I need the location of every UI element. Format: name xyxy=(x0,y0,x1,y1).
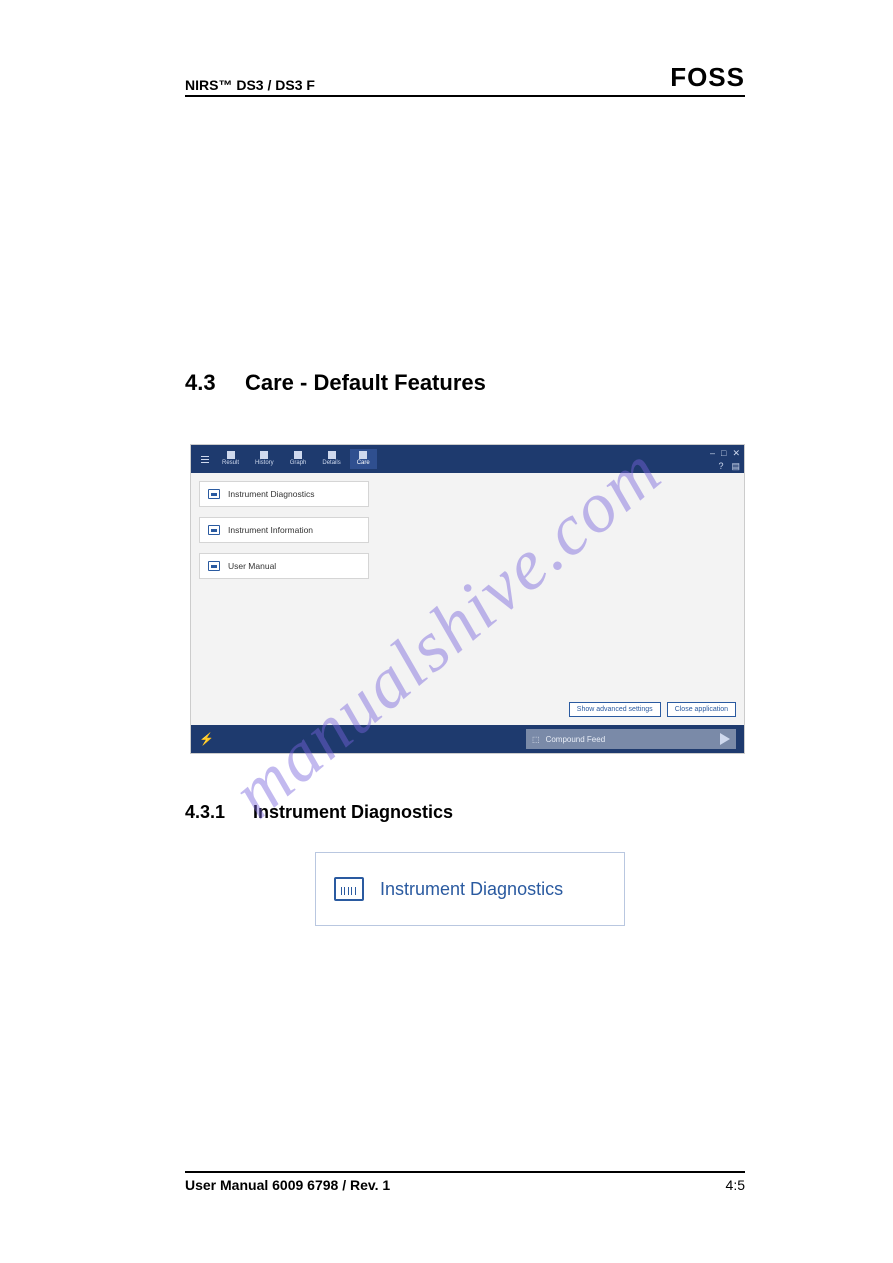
tab-history[interactable]: History xyxy=(248,449,281,469)
play-icon[interactable] xyxy=(720,733,730,745)
page-header: NIRS™ DS3 / DS3 F FOSS xyxy=(185,62,745,97)
page-footer: User Manual 6009 6798 / Rev. 1 4:5 xyxy=(185,1171,745,1193)
window-minimize-icon[interactable]: – xyxy=(710,448,715,459)
app-statusbar: ⚡ ⬚ Compound Feed xyxy=(191,725,744,753)
details-icon xyxy=(328,451,336,459)
tab-label: Details xyxy=(322,460,340,467)
window-maximize-icon[interactable]: □ xyxy=(721,448,726,459)
graph-icon xyxy=(294,451,302,459)
list-item-information[interactable]: Instrument Information xyxy=(199,517,369,543)
diagnostics-icon xyxy=(334,877,364,901)
information-icon xyxy=(208,525,220,535)
section-title: Care - Default Features xyxy=(245,370,486,395)
history-icon xyxy=(260,451,268,459)
footer-doc-ref: User Manual 6009 6798 / Rev. 1 xyxy=(185,1177,390,1193)
list-item-label: Instrument Diagnostics xyxy=(228,489,314,499)
diagnostics-icon xyxy=(208,489,220,499)
help-icon[interactable]: ? xyxy=(718,461,723,472)
app-toolbar: Result History Graph Details Care – □ ✕ … xyxy=(191,445,744,473)
manual-icon xyxy=(208,561,220,571)
instrument-diagnostics-button[interactable]: Instrument Diagnostics xyxy=(315,852,625,926)
window-close-icon[interactable]: ✕ xyxy=(732,448,740,459)
app-body: Instrument Diagnostics Instrument Inform… xyxy=(191,473,744,725)
tab-label: History xyxy=(255,460,274,467)
list-item-diagnostics[interactable]: Instrument Diagnostics xyxy=(199,481,369,507)
document-icon[interactable]: ▤ xyxy=(731,461,740,472)
result-icon xyxy=(227,451,235,459)
section-number: 4.3 xyxy=(185,370,245,396)
header-brand-logo: FOSS xyxy=(670,62,745,93)
list-item-label: Instrument Information xyxy=(228,525,313,535)
list-item-user-manual[interactable]: User Manual xyxy=(199,553,369,579)
tab-result[interactable]: Result xyxy=(215,449,246,469)
bolt-icon: ⚡ xyxy=(199,732,209,746)
tab-label: Graph xyxy=(290,460,307,467)
footer-page-number: 4:5 xyxy=(726,1177,745,1193)
subsection-title: Instrument Diagnostics xyxy=(253,802,453,822)
status-product-label: Compound Feed xyxy=(546,735,606,744)
header-product-name: NIRS™ DS3 / DS3 F xyxy=(185,77,315,93)
tab-label: Care xyxy=(357,460,370,467)
tab-details[interactable]: Details xyxy=(315,449,347,469)
button-label: Instrument Diagnostics xyxy=(380,879,563,900)
list-item-label: User Manual xyxy=(228,561,276,571)
product-icon: ⬚ xyxy=(532,735,540,744)
close-application-button[interactable]: Close application xyxy=(667,702,736,717)
app-screenshot: Result History Graph Details Care – □ ✕ … xyxy=(190,444,745,754)
status-product-pill[interactable]: ⬚ Compound Feed xyxy=(526,729,736,749)
section-heading: 4.3Care - Default Features xyxy=(185,370,486,396)
tab-graph[interactable]: Graph xyxy=(283,449,314,469)
tab-label: Result xyxy=(222,460,239,467)
subsection-heading: 4.3.1Instrument Diagnostics xyxy=(185,802,453,823)
show-advanced-settings-button[interactable]: Show advanced settings xyxy=(569,702,661,717)
hamburger-menu-icon[interactable] xyxy=(197,445,213,473)
subsection-number: 4.3.1 xyxy=(185,802,253,823)
care-icon xyxy=(359,451,367,459)
tab-care[interactable]: Care xyxy=(350,449,377,469)
